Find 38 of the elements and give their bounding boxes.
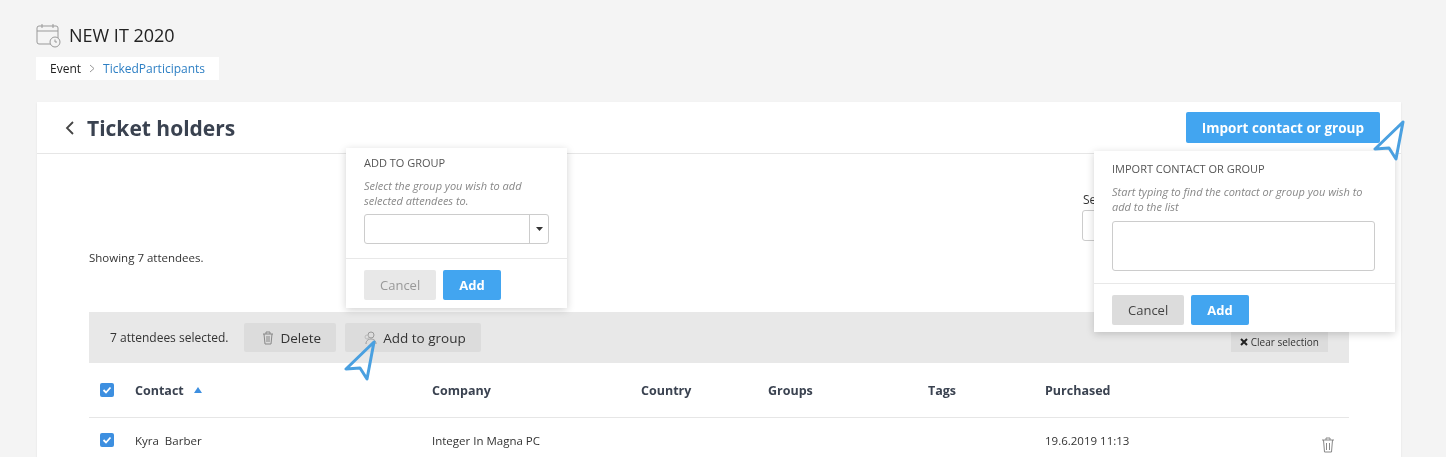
column-header[interactable]: Tags [928, 381, 1045, 399]
event-title: NEW IT 2020 [69, 23, 175, 47]
trash-icon [262, 330, 275, 345]
table-cell-text: 19.6.2019 11:13 [1045, 432, 1131, 448]
close-icon [1239, 337, 1248, 346]
cursor-icon [1372, 119, 1406, 161]
breadcrumb-link[interactable]: TickedParticipants [103, 60, 206, 77]
calendar-clock-icon [36, 22, 61, 48]
contact-search-field[interactable] [1112, 221, 1375, 271]
column-header[interactable]: Company [432, 381, 641, 399]
checkmark-icon [102, 435, 112, 445]
attendee-count: Showing 7 attendees. [89, 250, 205, 267]
column-header[interactable]: Groups [768, 381, 928, 399]
contact-name: Kyra Barber [135, 432, 203, 448]
clear-selection-button[interactable]: Clear selection [1230, 331, 1328, 352]
breadcrumb-link[interactable]: Event [50, 60, 82, 77]
popover-hint: Select the group you wish to add selected attendees to. [363, 177, 523, 208]
column-header[interactable]: Purchased [1045, 381, 1349, 399]
column-header[interactable]: Country [641, 381, 768, 399]
checkbox[interactable] [100, 433, 114, 447]
selection-count: 7 attendees selected. [110, 329, 229, 346]
checkbox[interactable] [100, 383, 114, 397]
cursor-icon [343, 339, 377, 381]
popover-title: ADD TO GROUP [363, 154, 447, 170]
chevron-right-icon [89, 64, 96, 73]
popover-hint: Start typing to find the contact or group you wish to add to the list [1111, 183, 1364, 214]
checkmark-icon [102, 385, 112, 395]
popover-title: IMPORT CONTACT OR GROUP [1111, 160, 1266, 176]
cancel-button[interactable]: Cancel [1112, 295, 1185, 325]
people-icon [363, 330, 378, 345]
column-header[interactable]: Contact [135, 381, 432, 399]
trash-icon[interactable] [1321, 437, 1335, 453]
add-to-group-button[interactable]: Add to group [345, 323, 481, 352]
table-cell-text: Integer In Magna PC [432, 432, 542, 448]
delete-button[interactable]: Delete [244, 323, 337, 352]
back-icon[interactable] [65, 119, 75, 136]
caret-down-icon [535, 227, 543, 231]
page-title: Ticket holders [87, 113, 237, 142]
